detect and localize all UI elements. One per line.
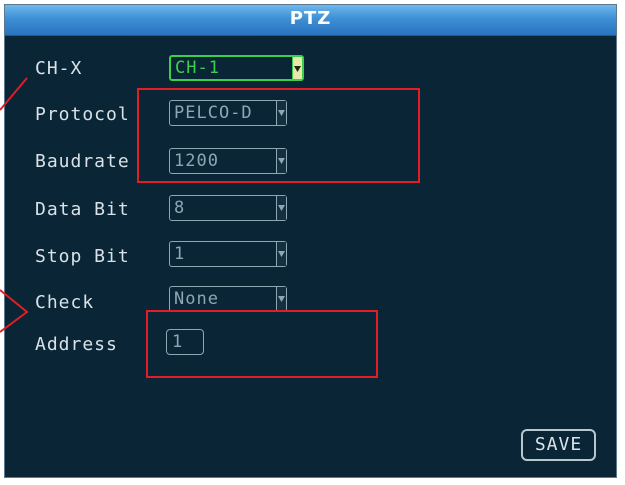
annotation-pointers [0, 77, 29, 333]
annotation-pointer-line [0, 77, 28, 111]
annotation-pointer-line [0, 289, 29, 333]
